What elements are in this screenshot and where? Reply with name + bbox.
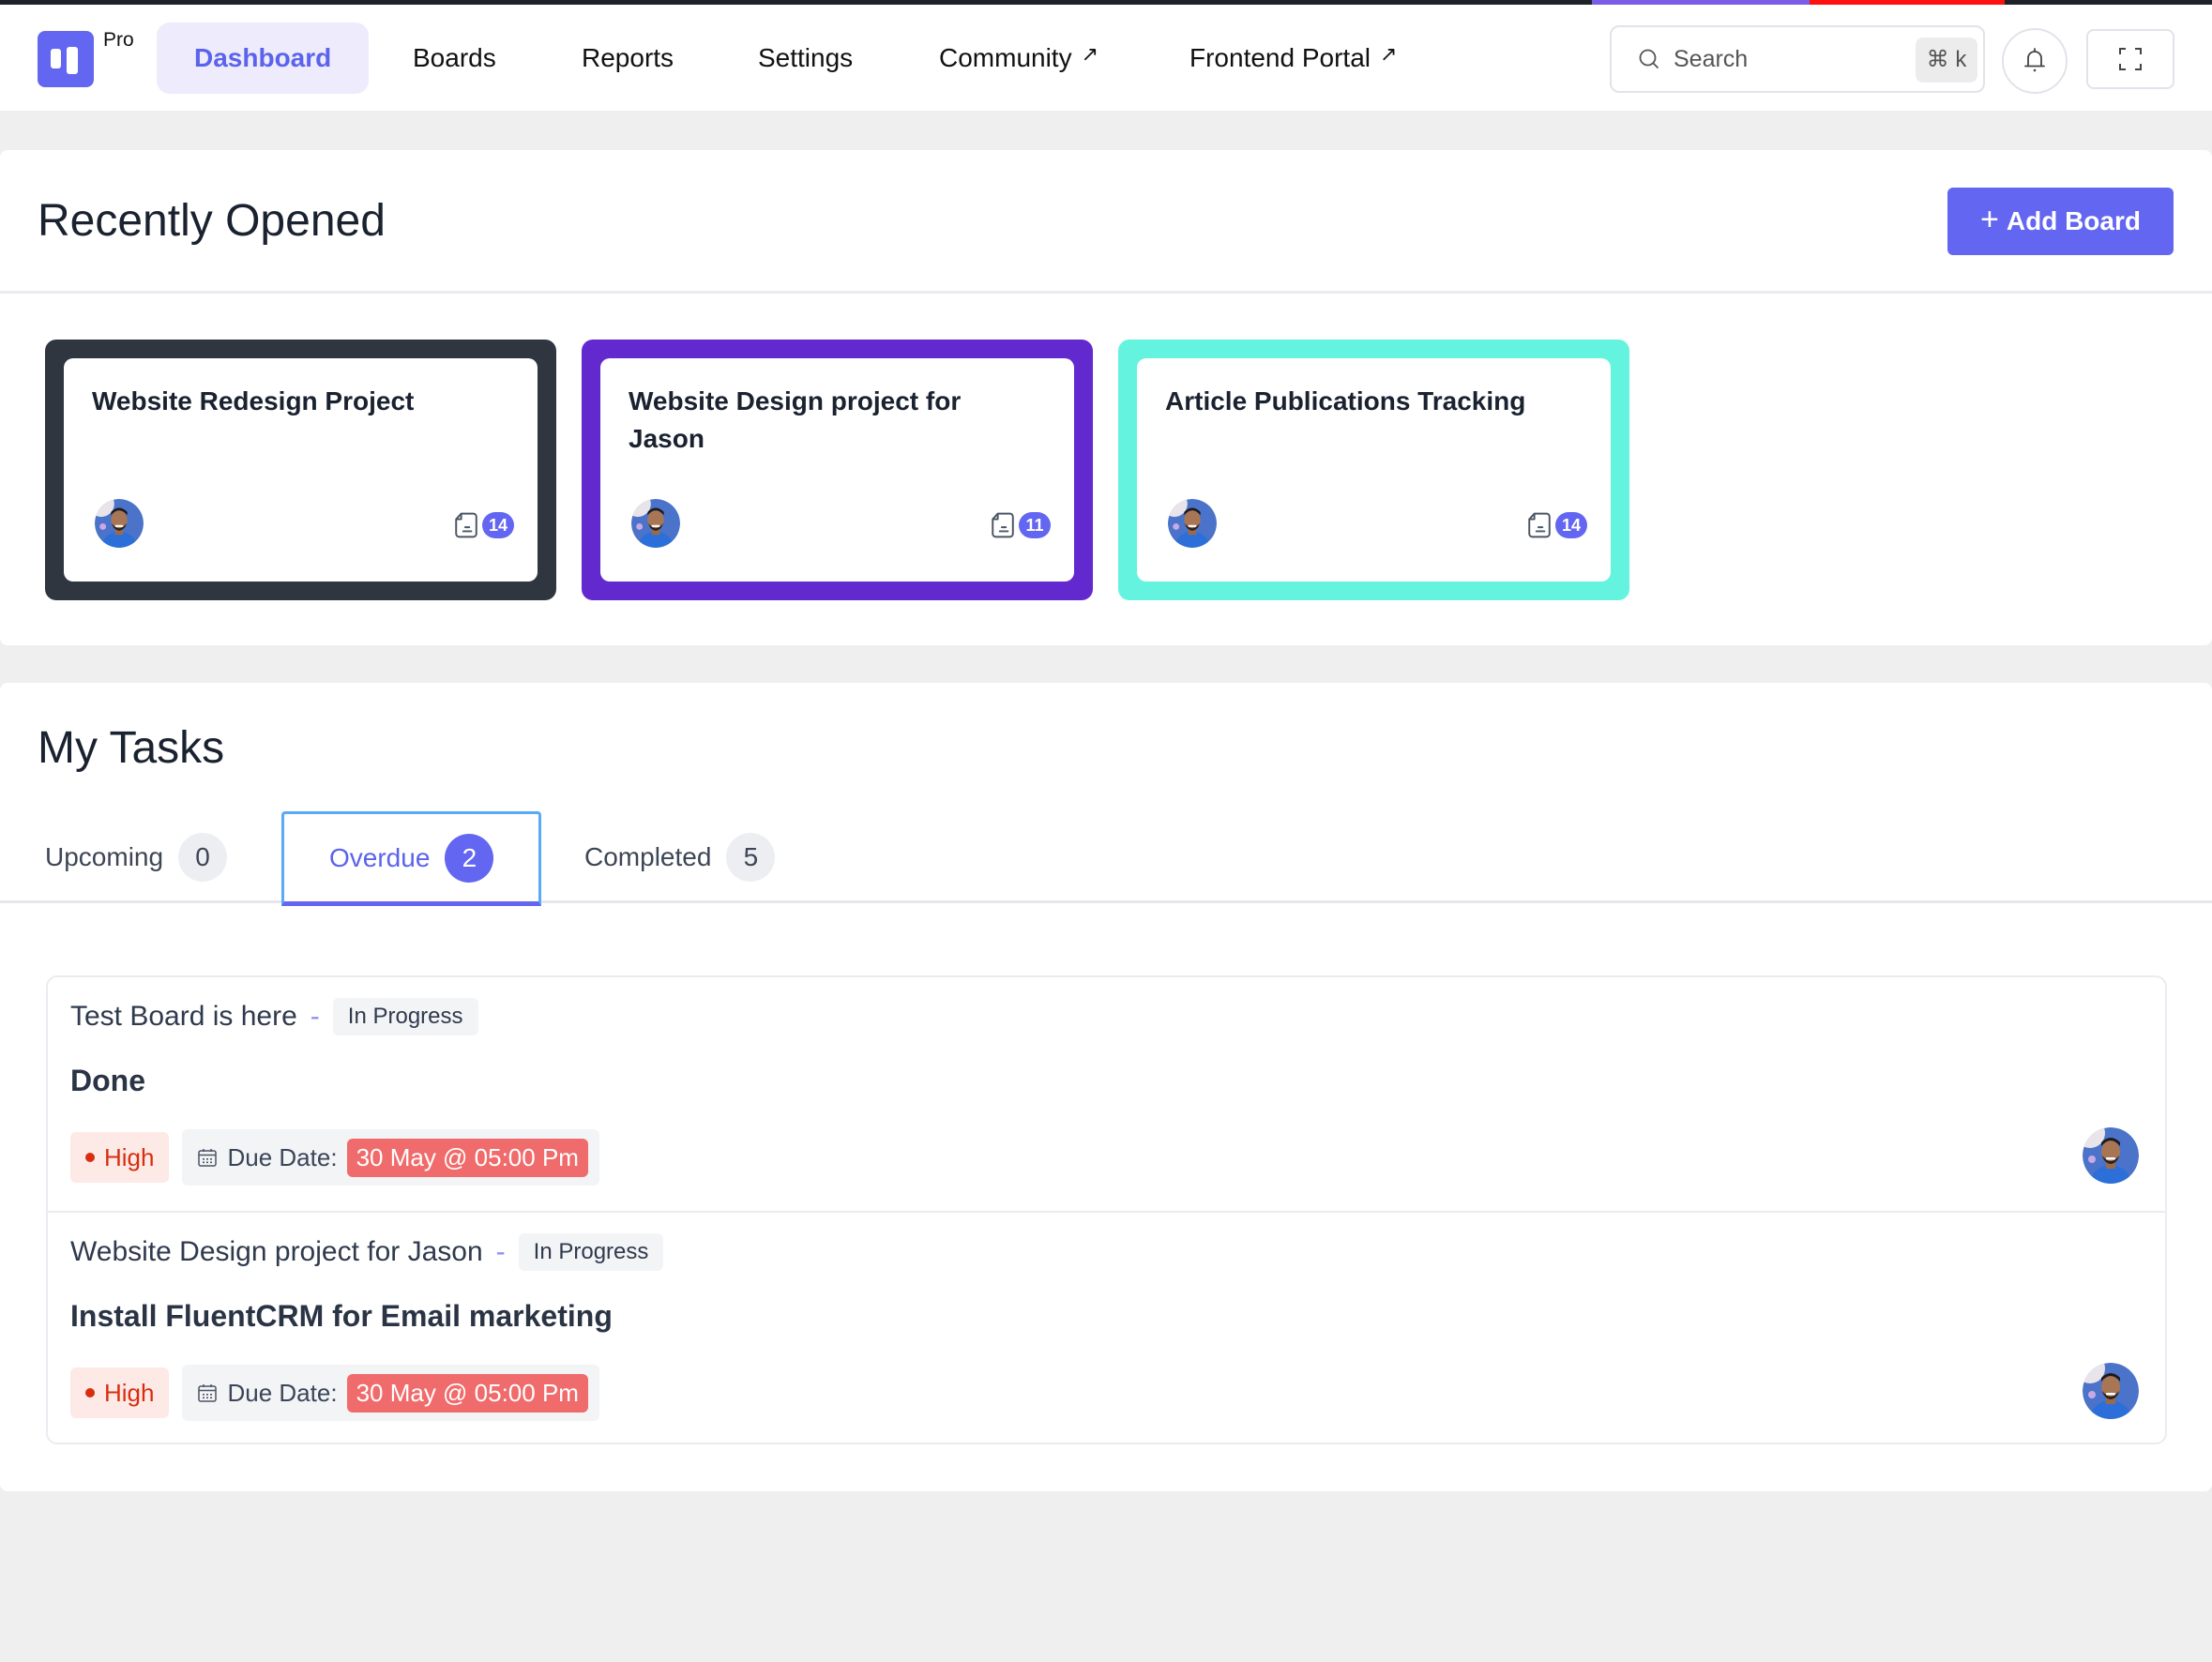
nav-community[interactable]: Community ↗ — [901, 23, 1136, 94]
task-count-badge: 14 — [482, 512, 514, 538]
nav-settings[interactable]: Settings — [720, 23, 890, 94]
pro-label: Pro — [103, 29, 134, 51]
priority-dot-icon — [85, 1388, 95, 1398]
priority-badge: High — [70, 1132, 170, 1183]
tab-completed[interactable]: Completed 5 — [539, 811, 820, 903]
task-meta: High Due Date: 30 May @ 05:00 Pm — [70, 1365, 599, 1421]
plus-icon: + — [1980, 201, 1999, 237]
recently-opened-header: Recently Opened + Add Board — [0, 150, 2212, 294]
board-card[interactable]: Article Publications Tracking 14 — [1118, 340, 1629, 600]
board-member-avatar — [631, 499, 680, 548]
nav-frontend-portal[interactable]: Frontend Portal ↗ — [1152, 23, 1434, 94]
board-title: Article Publications Tracking — [1165, 386, 1526, 416]
bell-icon — [2024, 48, 2045, 72]
due-date-label: Due Date: — [227, 1378, 338, 1407]
tab-upcoming[interactable]: Upcoming 0 — [0, 811, 272, 903]
due-date-value: 30 May @ 05:00 Pm — [346, 1138, 588, 1177]
task-list: Test Board is here - In Progress Done Hi… — [46, 975, 2167, 1444]
tab-count-badge: 2 — [445, 833, 494, 883]
priority-label: High — [104, 1378, 155, 1407]
nav-boards[interactable]: Boards — [375, 23, 534, 94]
search-input[interactable] — [1674, 40, 1899, 78]
add-board-label: Add Board — [2006, 206, 2141, 235]
nav-dashboard[interactable]: Dashboard — [157, 23, 370, 94]
notifications-button[interactable] — [2002, 28, 2068, 94]
assignee-avatar[interactable] — [2083, 1127, 2139, 1184]
document-icon — [991, 512, 1015, 538]
nav-label: Community — [939, 43, 1072, 72]
logo-mark — [67, 47, 78, 74]
due-date-chip: Due Date: 30 May @ 05:00 Pm — [182, 1365, 599, 1421]
board-card[interactable]: Website Design project for Jason 11 — [582, 340, 1093, 600]
task-count-badge: 14 — [1555, 512, 1587, 538]
nav-label: Boards — [413, 43, 496, 72]
priority-badge: High — [70, 1367, 170, 1418]
board-task-count: 14 — [1527, 512, 1587, 538]
priority-label: High — [104, 1142, 155, 1171]
separator: - — [310, 1001, 320, 1032]
fullscreen-icon — [2119, 48, 2142, 70]
nav-reports[interactable]: Reports — [544, 23, 711, 94]
calendar-icon — [198, 1384, 218, 1402]
task-board-line: Test Board is here - In Progress — [70, 998, 478, 1035]
board-card[interactable]: Website Redesign Project 14 — [45, 340, 556, 600]
fullscreen-button[interactable] — [2086, 29, 2174, 89]
tab-label: Completed — [584, 842, 712, 871]
tab-count-badge: 5 — [726, 833, 776, 882]
external-link-icon: ↗ — [1081, 42, 1099, 66]
assignee-avatar[interactable] — [2083, 1363, 2139, 1419]
document-icon — [1527, 512, 1552, 538]
top-navbar: Pro Dashboard Boards Reports Settings Co… — [0, 5, 2212, 111]
search-box[interactable]: ⌘ k — [1610, 25, 1985, 93]
section-title: Recently Opened — [38, 196, 386, 246]
my-tasks-panel: My Tasks Upcoming 0 Overdue 2 Completed … — [0, 683, 2212, 1491]
priority-dot-icon — [85, 1153, 95, 1162]
task-board-name[interactable]: Test Board is here — [70, 1001, 297, 1033]
nav-label: Dashboard — [194, 43, 332, 72]
board-task-count: 14 — [454, 512, 514, 538]
board-task-count: 11 — [991, 512, 1051, 538]
board-card-body: Website Redesign Project 14 — [64, 358, 538, 582]
logo-mark — [51, 49, 61, 68]
nav-label: Reports — [582, 43, 674, 72]
board-member-avatar — [1168, 499, 1217, 548]
search-icon — [1639, 49, 1659, 68]
task-count-badge: 11 — [1019, 512, 1051, 538]
add-board-button[interactable]: + Add Board — [1947, 188, 2174, 255]
document-icon — [454, 512, 478, 538]
task-board-line: Website Design project for Jason - In Pr… — [70, 1233, 664, 1271]
app-logo[interactable] — [38, 31, 94, 87]
due-date-label: Due Date: — [227, 1142, 338, 1171]
tab-label: Upcoming — [45, 842, 164, 871]
due-date-chip: Due Date: 30 May @ 05:00 Pm — [182, 1129, 599, 1186]
recently-opened-panel: Recently Opened + Add Board Website Rede… — [0, 150, 2212, 645]
tab-overdue[interactable]: Overdue 2 — [281, 811, 542, 906]
external-link-icon: ↗ — [1380, 42, 1398, 66]
board-card-body: Article Publications Tracking 14 — [1137, 358, 1611, 582]
section-title: My Tasks — [38, 723, 225, 773]
board-title: Website Redesign Project — [92, 386, 415, 416]
task-stage-badge: In Progress — [518, 1233, 664, 1271]
search-shortcut-hint: ⌘ k — [1916, 38, 1977, 83]
task-title[interactable]: Done — [70, 1064, 145, 1098]
task-item[interactable]: Website Design project for Jason - In Pr… — [48, 1211, 2165, 1444]
task-stage-badge: In Progress — [332, 998, 478, 1035]
board-member-avatar — [95, 499, 144, 548]
task-item[interactable]: Test Board is here - In Progress Done Hi… — [48, 977, 2165, 1211]
nav-label: Settings — [758, 43, 854, 72]
tab-label: Overdue — [329, 842, 431, 872]
task-meta: High Due Date: 30 May @ 05:00 Pm — [70, 1129, 599, 1186]
separator: - — [495, 1236, 506, 1267]
nav-label: Frontend Portal — [1189, 43, 1371, 72]
task-board-name[interactable]: Website Design project for Jason — [70, 1236, 483, 1268]
task-tabs: Upcoming 0 Overdue 2 Completed 5 — [0, 811, 2212, 906]
tab-count-badge: 0 — [178, 833, 228, 882]
board-title: Website Design project for Jason — [629, 386, 962, 453]
board-card-body: Website Design project for Jason 11 — [600, 358, 1074, 582]
task-title[interactable]: Install FluentCRM for Email marketing — [70, 1299, 613, 1334]
due-date-value: 30 May @ 05:00 Pm — [346, 1373, 588, 1413]
calendar-icon — [198, 1149, 218, 1167]
